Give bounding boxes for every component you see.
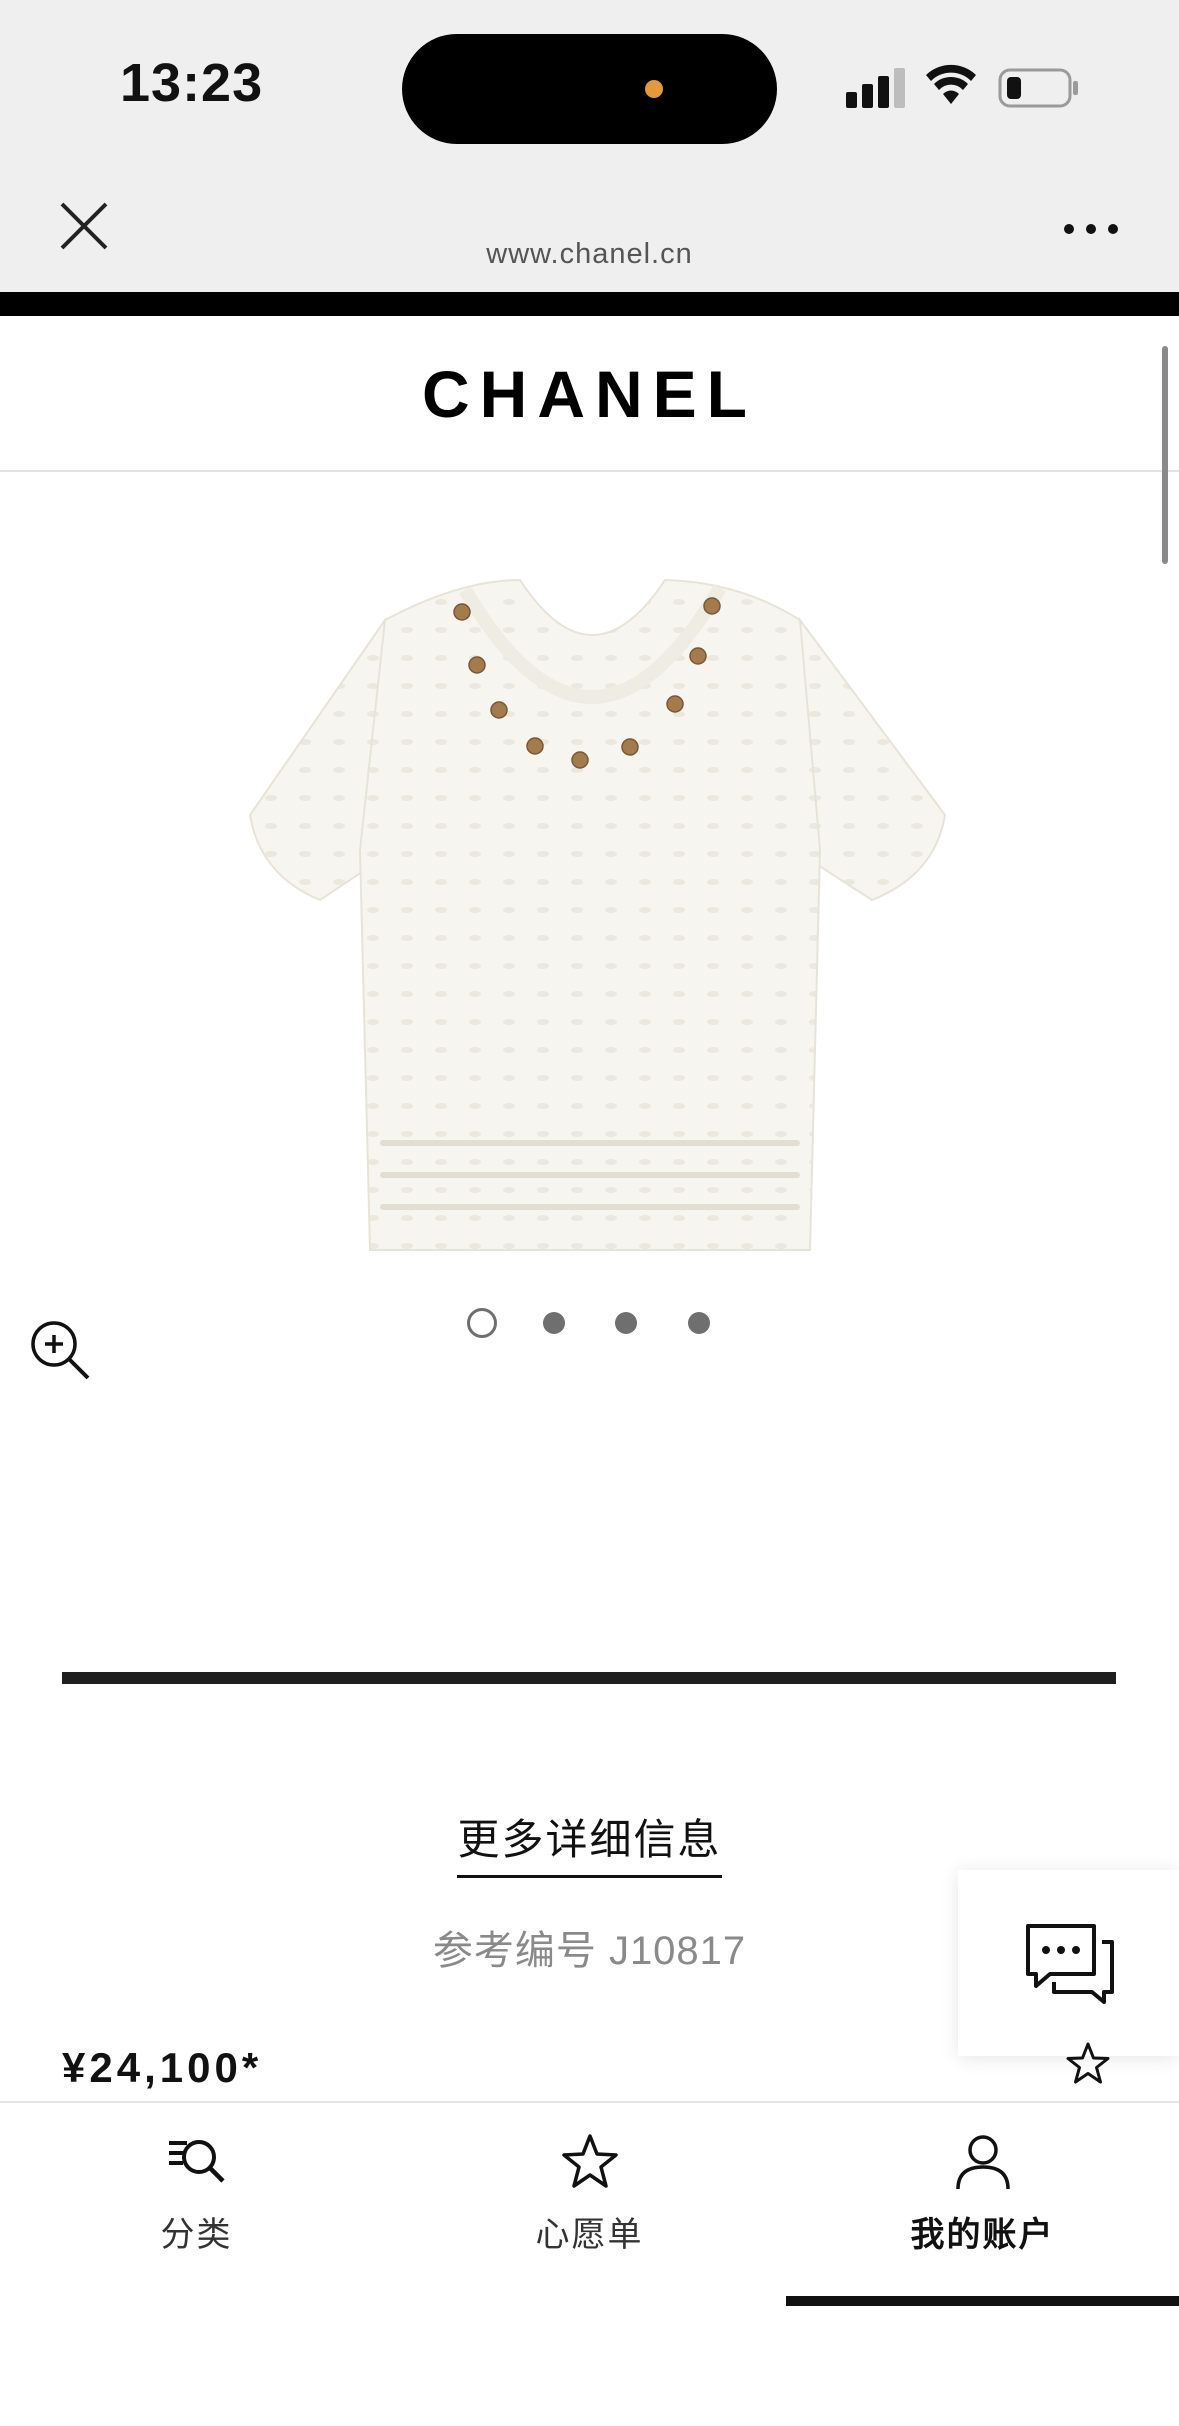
active-tab-indicator — [786, 2296, 1179, 2306]
browser-toolbar: www.chanel.cn — [0, 170, 1179, 292]
category-search-icon — [168, 2140, 225, 2183]
cellular-signal-icon — [846, 68, 905, 108]
more-dot-icon — [1064, 224, 1074, 234]
star-icon — [561, 2134, 618, 2188]
chat-icon — [1026, 1924, 1114, 2004]
section-divider — [62, 1672, 1116, 1684]
more-details-link[interactable]: 更多详细信息 — [0, 1806, 1179, 1878]
carousel-dot[interactable] — [688, 1312, 710, 1334]
product-image[interactable] — [220, 560, 960, 1260]
more-dot-icon — [1086, 224, 1096, 234]
top-divider-bar — [0, 292, 1179, 316]
dynamic-island — [402, 34, 777, 144]
nav-item-category[interactable]: 分类 — [0, 2133, 393, 2293]
product-price: ¥24,100* — [62, 2044, 263, 2091]
more-dot-icon — [1108, 224, 1118, 234]
clock: 13:23 — [120, 53, 264, 113]
image-carousel-dots — [0, 1308, 1179, 1342]
chat-button[interactable] — [958, 1870, 1179, 2056]
wifi-icon — [926, 64, 976, 104]
wishlist-star-icon[interactable] — [1064, 2040, 1112, 2088]
nav-label-account: 我的账户 — [910, 2216, 1055, 2254]
user-icon — [955, 2135, 1010, 2190]
carousel-dot[interactable] — [467, 1308, 497, 1338]
more-options-button[interactable] — [1064, 214, 1126, 244]
carousel-dot[interactable] — [615, 1312, 637, 1334]
nav-label-category: 分类 — [160, 2216, 233, 2254]
privacy-indicator-dot — [645, 80, 663, 98]
nav-label-wishlist: 心愿单 — [535, 2216, 644, 2254]
brand-logo[interactable]: CHANEL — [0, 356, 1179, 432]
page-scrollbar[interactable] — [1162, 346, 1168, 564]
battery-icon — [998, 68, 1078, 108]
bottom-navigation: 分类 心愿单 我的账户 — [0, 2101, 1179, 2426]
url-label[interactable]: www.chanel.cn — [0, 238, 1179, 271]
more-details-label[interactable]: 更多详细信息 — [457, 1806, 722, 1878]
nav-item-wishlist[interactable]: 心愿单 — [393, 2133, 786, 2293]
zoom-in-icon[interactable] — [28, 1318, 92, 1382]
carousel-dot[interactable] — [543, 1312, 565, 1334]
site-header: CHANEL — [0, 316, 1179, 472]
nav-item-account[interactable]: 我的账户 — [786, 2133, 1179, 2293]
status-bar: 13:23 — [0, 0, 1179, 170]
